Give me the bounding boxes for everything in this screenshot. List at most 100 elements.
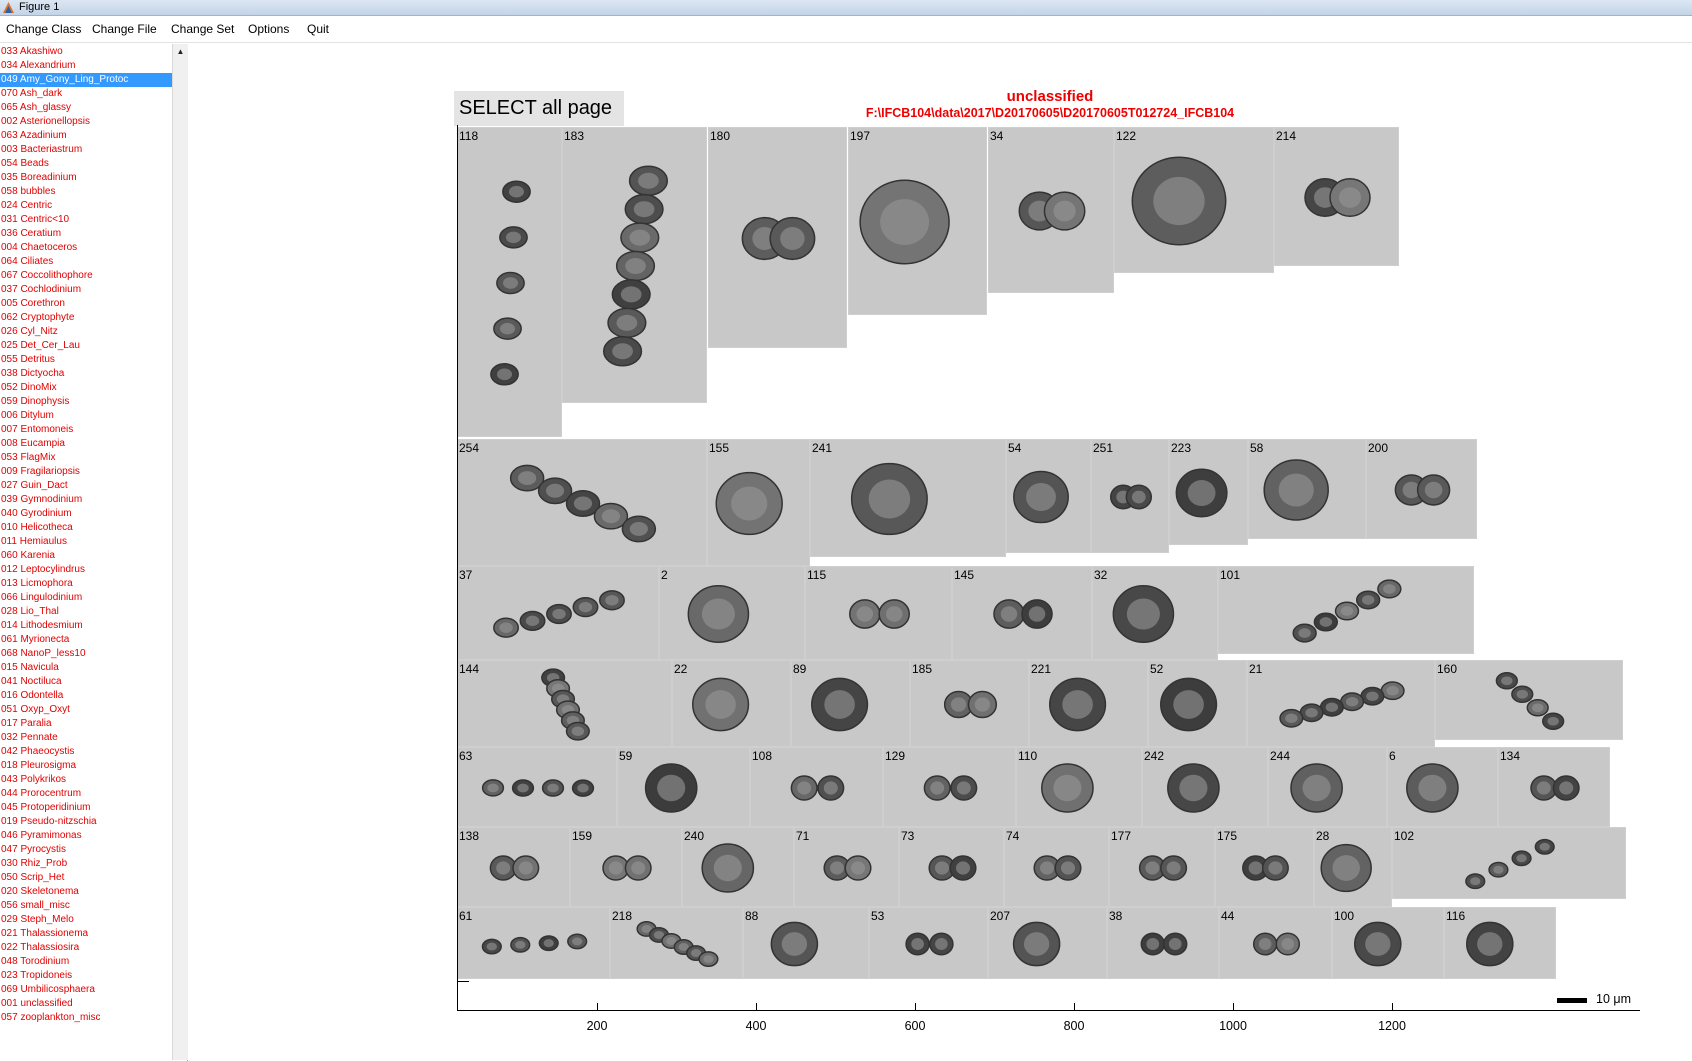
plankton-image-tile[interactable]: 102 bbox=[1392, 827, 1626, 899]
class-list-item[interactable]: 020 Skeletonema bbox=[0, 885, 172, 899]
class-list-item[interactable]: 055 Detritus bbox=[0, 353, 172, 367]
plankton-image-tile[interactable]: 254 bbox=[457, 439, 707, 566]
class-list-item[interactable]: 027 Guin_Dact bbox=[0, 479, 172, 493]
class-list-item[interactable]: 004 Chaetoceros bbox=[0, 241, 172, 255]
plankton-image-tile[interactable]: 160 bbox=[1435, 660, 1623, 740]
plankton-image-tile[interactable]: 118 bbox=[457, 127, 562, 437]
class-list-item[interactable]: 057 zooplankton_misc bbox=[0, 1011, 172, 1025]
class-list-item[interactable]: 066 Lingulodinium bbox=[0, 591, 172, 605]
class-list-item[interactable]: 063 Azadinium bbox=[0, 129, 172, 143]
class-list-item[interactable]: 041 Noctiluca bbox=[0, 675, 172, 689]
class-list-item[interactable]: 070 Ash_dark bbox=[0, 87, 172, 101]
plankton-image-tile[interactable]: 183 bbox=[562, 127, 707, 403]
class-list-item[interactable]: 046 Pyramimonas bbox=[0, 829, 172, 843]
class-list-item[interactable]: 023 Tropidoneis bbox=[0, 969, 172, 983]
menu-change-class[interactable]: Change Class bbox=[6, 22, 81, 36]
plankton-image-tile[interactable]: 110 bbox=[1016, 747, 1142, 827]
class-list-item[interactable]: 059 Dinophysis bbox=[0, 395, 172, 409]
class-list-item[interactable]: 018 Pleurosigma bbox=[0, 759, 172, 773]
class-list-scrollbar[interactable]: ▲ bbox=[172, 44, 188, 1060]
class-list-item[interactable]: 045 Protoperidinium bbox=[0, 801, 172, 815]
class-list-item[interactable]: 043 Polykrikos bbox=[0, 773, 172, 787]
plankton-image-tile[interactable]: 240 bbox=[682, 827, 794, 907]
plankton-image-tile[interactable]: 241 bbox=[810, 439, 1006, 557]
class-list-item[interactable]: 058 bubbles bbox=[0, 185, 172, 199]
plankton-image-tile[interactable]: 116 bbox=[1444, 907, 1556, 979]
class-list-item[interactable]: 026 Cyl_Nitz bbox=[0, 325, 172, 339]
class-list-item[interactable]: 036 Ceratium bbox=[0, 227, 172, 241]
scroll-up-icon[interactable]: ▲ bbox=[173, 44, 188, 60]
class-list-item[interactable]: 006 Ditylum bbox=[0, 409, 172, 423]
class-list-item[interactable]: 033 Akashiwo bbox=[0, 45, 172, 59]
class-list-item[interactable]: 015 Navicula bbox=[0, 661, 172, 675]
class-list-item[interactable]: 013 Licmophora bbox=[0, 577, 172, 591]
class-list-item[interactable]: 052 DinoMix bbox=[0, 381, 172, 395]
plankton-image-tile[interactable]: 251 bbox=[1091, 439, 1169, 553]
class-list-item[interactable]: 044 Prorocentrum bbox=[0, 787, 172, 801]
class-list-item[interactable]: 028 Lio_Thal bbox=[0, 605, 172, 619]
class-list-item[interactable]: 047 Pyrocystis bbox=[0, 843, 172, 857]
plankton-image-tile[interactable]: 63 bbox=[457, 747, 617, 827]
class-list-item[interactable]: 001 unclassified bbox=[0, 997, 172, 1011]
class-list-item[interactable]: 007 Entomoneis bbox=[0, 423, 172, 437]
class-list-item[interactable]: 037 Cochlodinium bbox=[0, 283, 172, 297]
class-list-item[interactable]: 016 Odontella bbox=[0, 689, 172, 703]
plankton-image-tile[interactable]: 207 bbox=[988, 907, 1107, 979]
class-list-item[interactable]: 062 Cryptophyte bbox=[0, 311, 172, 325]
plankton-image-tile[interactable]: 122 bbox=[1114, 127, 1274, 273]
plankton-image-tile[interactable]: 100 bbox=[1332, 907, 1444, 979]
menu-change-set[interactable]: Change Set bbox=[171, 22, 234, 36]
plankton-image-tile[interactable]: 218 bbox=[610, 907, 743, 979]
plankton-image-tile[interactable]: 73 bbox=[899, 827, 1004, 907]
class-list-item[interactable]: 053 FlagMix bbox=[0, 451, 172, 465]
plankton-image-tile[interactable]: 145 bbox=[952, 566, 1092, 660]
class-list-item[interactable]: 030 Rhiz_Prob bbox=[0, 857, 172, 871]
plankton-image-tile[interactable]: 89 bbox=[791, 660, 910, 747]
class-list-item[interactable]: 064 Ciliates bbox=[0, 255, 172, 269]
class-list-item[interactable]: 025 Det_Cer_Lau bbox=[0, 339, 172, 353]
class-list-item[interactable]: 069 Umbilicosphaera bbox=[0, 983, 172, 997]
class-list-item[interactable]: 039 Gymnodinium bbox=[0, 493, 172, 507]
plankton-image-tile[interactable]: 175 bbox=[1215, 827, 1314, 907]
plankton-image-tile[interactable]: 159 bbox=[570, 827, 682, 907]
class-list-item[interactable]: 049 Amy_Gony_Ling_Protoc bbox=[0, 73, 172, 87]
plankton-image-tile[interactable]: 38 bbox=[1107, 907, 1219, 979]
plankton-image-tile[interactable]: 37 bbox=[457, 566, 659, 660]
class-list-item[interactable]: 031 Centric<10 bbox=[0, 213, 172, 227]
class-list-item[interactable]: 002 Asterionellopsis bbox=[0, 115, 172, 129]
plankton-image-tile[interactable]: 177 bbox=[1109, 827, 1215, 907]
class-list-item[interactable]: 005 Corethron bbox=[0, 297, 172, 311]
plankton-image-tile[interactable]: 32 bbox=[1092, 566, 1218, 660]
plankton-image-tile[interactable]: 59 bbox=[617, 747, 750, 827]
select-all-page-button[interactable]: SELECT all page bbox=[454, 91, 624, 126]
class-list-item[interactable]: 038 Dictyocha bbox=[0, 367, 172, 381]
plankton-image-tile[interactable]: 185 bbox=[910, 660, 1029, 747]
plankton-image-tile[interactable]: 197 bbox=[848, 127, 987, 315]
plankton-image-tile[interactable]: 108 bbox=[750, 747, 883, 827]
class-list-item[interactable]: 019 Pseudo-nitzschia bbox=[0, 815, 172, 829]
plankton-image-tile[interactable]: 88 bbox=[743, 907, 869, 979]
plankton-image-tile[interactable]: 6 bbox=[1387, 747, 1498, 827]
class-list-item[interactable]: 017 Paralia bbox=[0, 717, 172, 731]
plankton-image-tile[interactable]: 28 bbox=[1314, 827, 1392, 907]
class-list-item[interactable]: 011 Hemiaulus bbox=[0, 535, 172, 549]
plankton-image-tile[interactable]: 223 bbox=[1169, 439, 1248, 545]
plankton-image-tile[interactable]: 138 bbox=[457, 827, 570, 907]
plankton-image-tile[interactable]: 44 bbox=[1219, 907, 1332, 979]
plankton-image-tile[interactable]: 34 bbox=[988, 127, 1114, 293]
plankton-image-tile[interactable]: 129 bbox=[883, 747, 1016, 827]
class-list-item[interactable]: 021 Thalassionema bbox=[0, 927, 172, 941]
plankton-image-tile[interactable]: 71 bbox=[794, 827, 899, 907]
class-list-item[interactable]: 032 Pennate bbox=[0, 731, 172, 745]
class-list-item[interactable]: 067 Coccolithophore bbox=[0, 269, 172, 283]
plankton-image-tile[interactable]: 52 bbox=[1148, 660, 1247, 747]
plankton-image-tile[interactable]: 155 bbox=[707, 439, 810, 566]
plankton-image-tile[interactable]: 101 bbox=[1218, 566, 1474, 654]
class-list-item[interactable]: 051 Oxyp_Oxyt bbox=[0, 703, 172, 717]
class-listbox[interactable]: 033 Akashiwo 034 Alexandrium 049 Amy_Gony_… bbox=[0, 45, 172, 1059]
class-list-item[interactable]: 048 Torodinium bbox=[0, 955, 172, 969]
plankton-image-tile[interactable]: 200 bbox=[1366, 439, 1477, 539]
class-list-item[interactable]: 008 Eucampia bbox=[0, 437, 172, 451]
plankton-image-tile[interactable]: 214 bbox=[1274, 127, 1399, 266]
plankton-image-tile[interactable]: 242 bbox=[1142, 747, 1268, 827]
